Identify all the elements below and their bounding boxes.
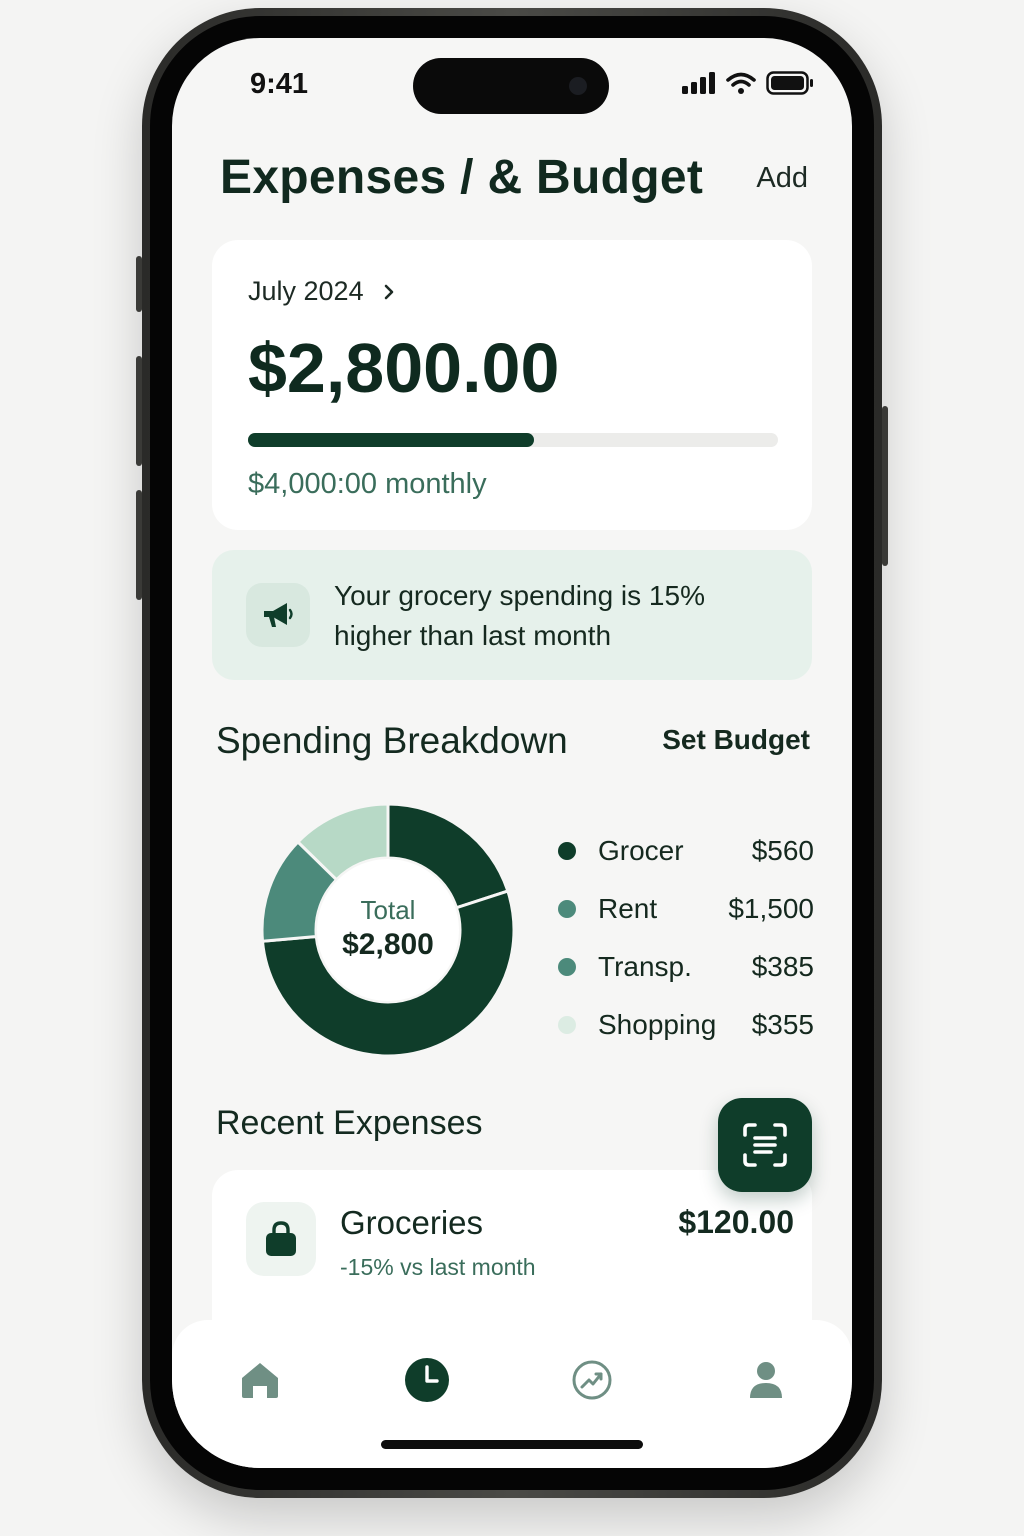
legend-label: Shopping: [598, 1009, 717, 1040]
legend-dot: [558, 842, 576, 860]
tab-history[interactable]: [397, 1350, 457, 1410]
legend-dot: [558, 958, 576, 976]
legend-item-shopping[interactable]: Shopping $355: [558, 996, 814, 1054]
add-button[interactable]: Add: [756, 162, 808, 195]
scan-receipt-button[interactable]: [718, 1098, 812, 1192]
legend-item-grocer[interactable]: Grocer $560: [558, 822, 814, 880]
user-icon: [750, 1362, 782, 1398]
donut-total-value: $2,800: [342, 928, 434, 961]
budget-progress-fill: [248, 433, 535, 447]
legend-item-rent[interactable]: Rent $1,500: [558, 880, 814, 938]
legend-value: $385: [751, 951, 814, 982]
insight-text: Your grocery spending is 15% higher than…: [334, 580, 705, 651]
month-label: July 2024: [248, 276, 364, 306]
budget-card: July 2024 $2,800.00 $4,000:00 monthly: [212, 240, 812, 530]
trend-icon: [572, 1360, 612, 1400]
legend-value: $355: [751, 1009, 814, 1040]
scan-icon: [743, 1123, 787, 1167]
expense-amount: $120.00: [678, 1204, 794, 1240]
status-time: 9:41: [250, 68, 309, 100]
expense-name: Groceries: [340, 1204, 484, 1241]
legend-label: Grocer: [598, 835, 684, 866]
spending-donut-chart: Total $2,800: [260, 802, 516, 1058]
legend-label: Transp.: [598, 951, 692, 982]
page-title: Expenses / & Budget: [220, 151, 704, 204]
shopping-bag-icon: [246, 1202, 316, 1276]
camera-icon: [569, 77, 587, 95]
expense-comparison: -15% vs last month: [340, 1254, 536, 1280]
megaphone-icon: [246, 583, 310, 647]
set-budget-button[interactable]: Set Budget: [662, 724, 810, 756]
tab-profile[interactable]: [736, 1350, 796, 1410]
donut-total-label: Total: [360, 895, 416, 925]
spending-breakdown-title: Spending Breakdown: [216, 720, 568, 761]
clock-icon: [405, 1358, 449, 1402]
wifi-icon: [726, 72, 756, 94]
battery-icon: [766, 71, 813, 95]
home-icon: [242, 1363, 278, 1398]
chevron-right-icon: [384, 284, 393, 299]
month-selector[interactable]: July 2024: [248, 276, 396, 307]
home-indicator: [381, 1440, 643, 1449]
dynamic-island: [413, 58, 609, 114]
recent-expenses-title: Recent Expenses: [216, 1104, 483, 1142]
app-screen: 9:41 Expenses / & Budget Add July 2024 $…: [172, 38, 852, 1468]
action-button: [136, 256, 142, 312]
budget-progress-bar: [248, 433, 778, 447]
legend-dot: [558, 1016, 576, 1034]
volume-up-button: [136, 356, 142, 466]
legend-label: Rent: [598, 893, 658, 924]
volume-down-button: [136, 490, 142, 600]
status-icons: [682, 71, 814, 95]
monthly-budget-label: $4,000:00 monthly: [248, 468, 487, 500]
legend-dot: [558, 900, 576, 918]
insight-banner[interactable]: Your grocery spending is 15% higher than…: [212, 550, 812, 680]
signal-icon: [682, 72, 715, 94]
spent-amount: $2,800.00: [248, 329, 560, 407]
chart-legend: Grocer $560 Rent $1,500 Transp. $385 Shopping $…: [558, 822, 814, 1054]
tab-analytics[interactable]: [562, 1350, 622, 1410]
tab-home[interactable]: [230, 1350, 290, 1410]
legend-value: $1,500: [728, 893, 814, 924]
legend-item-transp[interactable]: Transp. $385: [558, 938, 814, 996]
power-button: [882, 406, 888, 566]
donut-center: Total $2,800: [260, 802, 516, 1058]
legend-value: $560: [751, 835, 814, 866]
